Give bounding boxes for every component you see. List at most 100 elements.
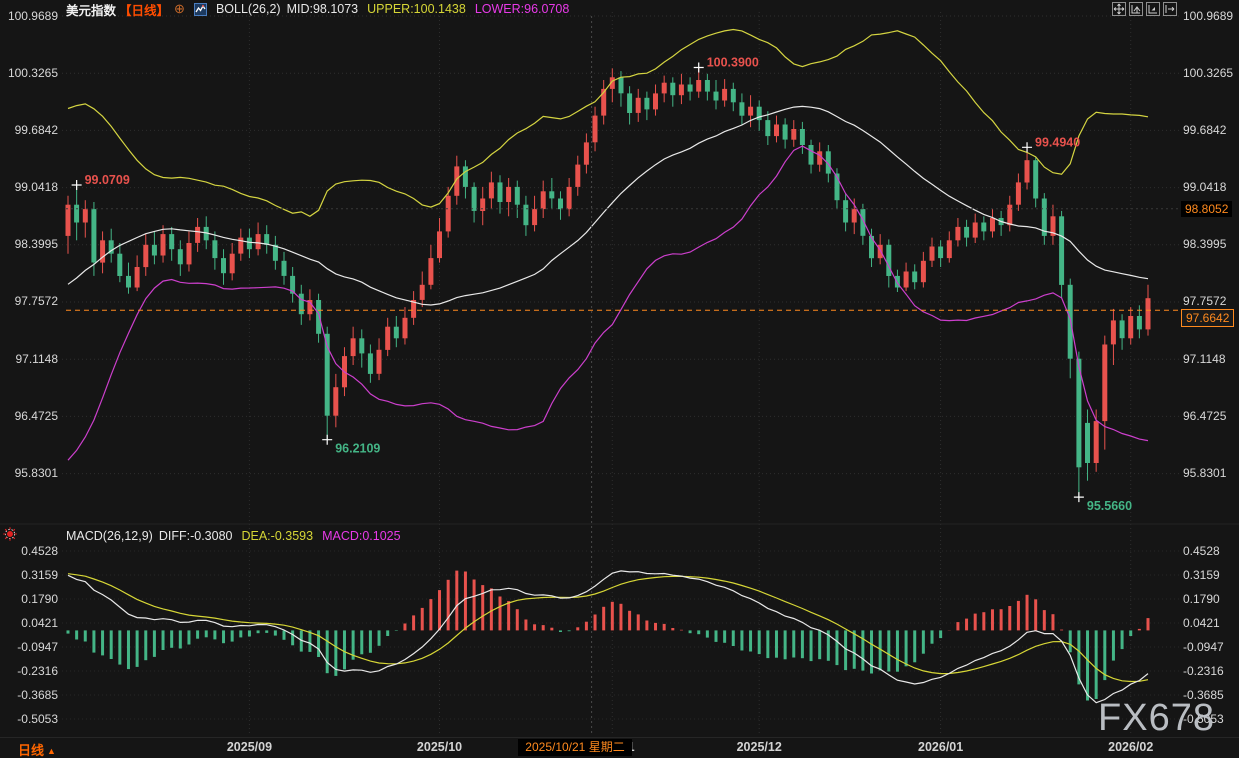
candle-body[interactable] [66,205,71,236]
candle-body[interactable] [774,125,779,137]
candle-body[interactable] [558,199,563,210]
candle-body[interactable] [489,182,494,198]
candle-body[interactable] [1016,182,1021,204]
candle-body[interactable] [532,209,537,225]
candle-body[interactable] [221,258,226,273]
candle-body[interactable] [748,107,753,116]
price-pane[interactable] [66,30,1151,498]
candle-body[interactable] [714,92,719,101]
candle-body[interactable] [1025,160,1030,182]
candle-body[interactable] [921,261,926,282]
candle-body[interactable] [506,187,511,202]
collapse-pane-icon[interactable] [1163,2,1177,16]
candle-body[interactable] [316,300,321,334]
candle-body[interactable] [593,116,598,143]
candle-body[interactable] [385,327,390,350]
candle-body[interactable] [498,182,503,202]
candle-body[interactable] [973,223,978,238]
candle-body[interactable] [523,205,528,226]
candle-body[interactable] [627,93,632,113]
candle-body[interactable] [394,327,399,339]
macd-pane[interactable] [68,571,1148,703]
candle-body[interactable] [1146,298,1151,329]
candle-body[interactable] [852,209,857,222]
candle-body[interactable] [472,187,477,211]
candle-body[interactable] [1059,216,1064,285]
fit-scale-icon[interactable] [1129,2,1143,16]
candle-body[interactable] [791,129,796,140]
candle-body[interactable] [299,294,304,315]
candle-body[interactable] [333,387,338,416]
pan-icon[interactable] [1112,2,1126,16]
candle-body[interactable] [843,200,848,222]
candle-body[interactable] [653,93,658,109]
candle-body[interactable] [1120,320,1125,338]
candle-body[interactable] [662,83,667,94]
candle-body[interactable] [575,165,580,187]
candle-body[interactable] [74,205,79,223]
candle-body[interactable] [1102,345,1107,422]
candle-body[interactable] [636,98,641,113]
candle-body[interactable] [1007,205,1012,226]
candle-body[interactable] [1111,320,1116,344]
candle-body[interactable] [247,238,252,250]
candle-body[interactable] [549,191,554,198]
candle-body[interactable] [1128,316,1133,338]
candle-body[interactable] [567,187,572,209]
candle-body[interactable] [437,231,442,258]
candle-body[interactable] [990,218,995,231]
candle-body[interactable] [428,258,433,285]
mini-chart-icon[interactable] [194,3,207,16]
candle-body[interactable] [282,261,287,276]
candle-body[interactable] [351,338,356,356]
candle-body[interactable] [904,272,909,288]
candle-body[interactable] [722,89,727,101]
candle-body[interactable] [541,191,546,209]
candle-body[interactable] [783,125,788,140]
circled-plus-icon[interactable]: ⊕ [174,1,185,17]
candle-body[interactable] [817,151,822,164]
candle-body[interactable] [800,129,805,145]
candle-body[interactable] [135,267,140,288]
candle-body[interactable] [696,80,701,92]
indicator-alert-icon[interactable] [2,526,18,542]
candle-body[interactable] [947,240,952,258]
candle-body[interactable] [705,80,710,92]
candle-body[interactable] [1085,423,1090,463]
period-selector[interactable]: 日线▲ [18,740,56,758]
candle-body[interactable] [765,120,770,136]
candle-body[interactable] [377,350,382,374]
boll-label[interactable]: BOLL(26,2) [216,2,281,16]
period-tag[interactable]: 【日线】 [119,0,169,19]
candle-body[interactable] [584,142,589,164]
candle-body[interactable] [117,254,122,276]
candle-body[interactable] [670,83,675,96]
candle-body[interactable] [886,245,891,276]
candle-body[interactable] [912,272,917,283]
candle-body[interactable] [930,247,935,261]
candle-body[interactable] [169,234,174,249]
candle-body[interactable] [212,240,217,258]
candle-body[interactable] [359,338,364,353]
candle-body[interactable] [1033,160,1038,198]
candle-body[interactable] [91,209,96,262]
candle-body[interactable] [515,187,520,205]
candle-body[interactable] [809,145,814,165]
candle-body[interactable] [187,243,192,264]
candle-body[interactable] [256,234,261,249]
candle-body[interactable] [161,234,166,255]
candle-body[interactable] [143,245,148,267]
candle-body[interactable] [619,77,624,93]
candle-body[interactable] [955,227,960,240]
candle-body[interactable] [1094,421,1099,463]
candlestick-chart[interactable]: 99.070996.2109100.390099.494095.5660 [0,0,1239,758]
candle-body[interactable] [420,285,425,300]
candle-body[interactable] [679,85,684,96]
playback-icon[interactable] [1146,2,1160,16]
candle-body[interactable] [403,318,408,339]
candle-body[interactable] [152,245,157,256]
candle-body[interactable] [1137,316,1142,329]
candle-body[interactable] [644,98,649,110]
candle-body[interactable] [688,85,693,92]
candle-body[interactable] [964,227,969,238]
